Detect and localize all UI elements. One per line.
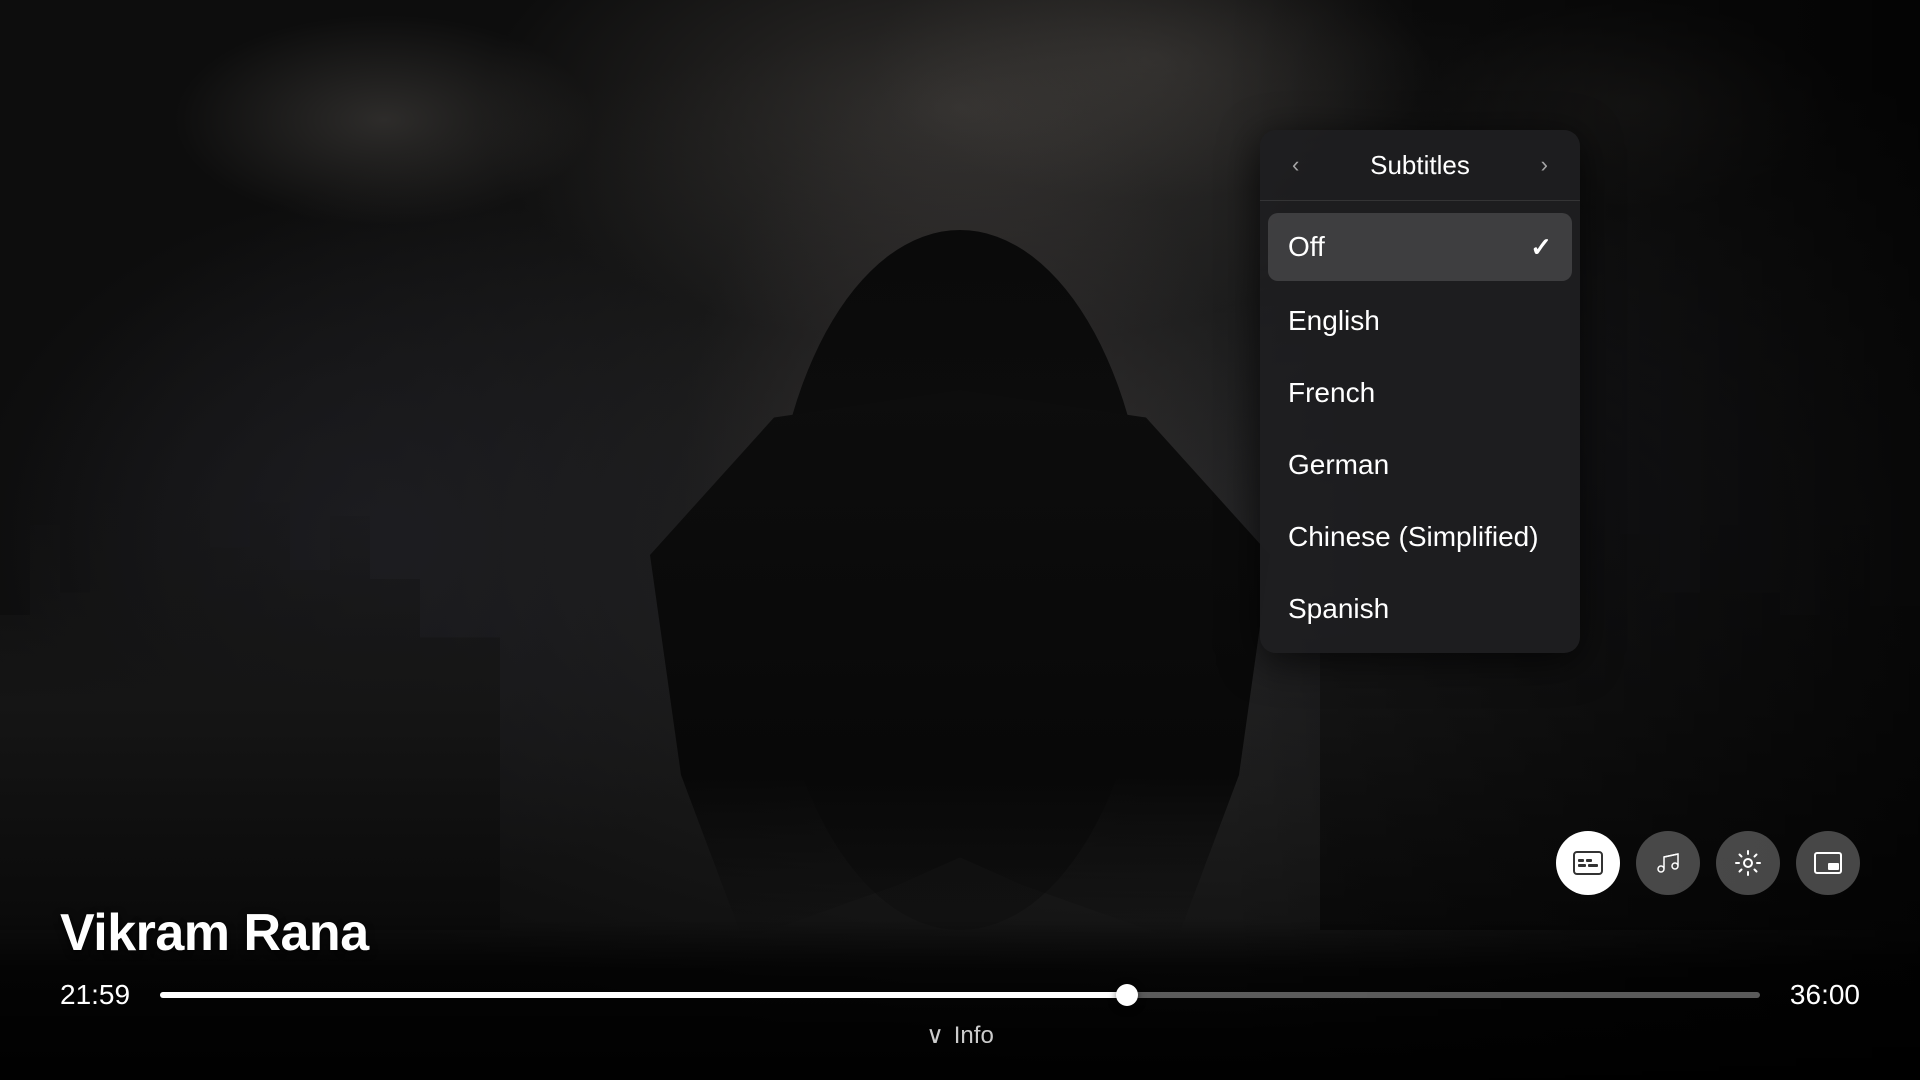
progress-thumb [1116,984,1138,1006]
pip-icon [1814,852,1842,874]
current-time: 21:59 [60,979,140,1011]
subtitle-option-spanish[interactable]: Spanish [1260,573,1580,645]
subtitle-option-chinese-simplified-label: Chinese (Simplified) [1288,521,1539,553]
control-buttons-row [60,831,1860,895]
info-chevron: ∨ [926,1021,944,1050]
info-bar[interactable]: ∨ Info [60,1021,1860,1060]
subtitle-option-off[interactable]: Off ✓ [1268,213,1572,281]
progress-fill [160,992,1128,998]
gear-icon [1734,849,1762,877]
movie-title: Vikram Rana [60,904,369,962]
subtitle-option-german-label: German [1288,449,1389,481]
info-label: Info [954,1022,994,1050]
subtitle-option-french[interactable]: French [1260,357,1580,429]
menu-prev-button[interactable]: ‹ [1284,148,1307,182]
settings-button[interactable] [1716,831,1780,895]
subtitles-menu: ‹ Subtitles › Off ✓ English French Germa… [1260,130,1580,653]
subtitle-option-english[interactable]: English [1260,285,1580,357]
subtitle-option-spanish-label: Spanish [1288,593,1389,625]
subtitle-options-list: Off ✓ English French German Chinese (Sim… [1260,201,1580,653]
total-time: 36:00 [1780,979,1860,1011]
menu-header: ‹ Subtitles › [1260,130,1580,201]
subtitle-option-chinese-simplified[interactable]: Chinese (Simplified) [1260,501,1580,573]
menu-title: Subtitles [1307,150,1532,181]
subtitle-option-german[interactable]: German [1260,429,1580,501]
progress-bar[interactable] [160,992,1760,998]
menu-next-button[interactable]: › [1533,148,1556,182]
progress-row: 21:59 36:00 [60,979,1860,1011]
player-controls-bar: Vikram Rana 21:59 36:00 ∨ Info [0,920,1920,1080]
subtitle-option-french-label: French [1288,377,1375,409]
subtitle-option-english-label: English [1288,305,1380,337]
audio-button[interactable] [1636,831,1700,895]
subtitle-option-off-label: Off [1288,231,1325,263]
checkmark-off: ✓ [1530,232,1552,263]
pip-button[interactable] [1796,831,1860,895]
cc-icon [1573,851,1603,875]
subtitles-button[interactable] [1556,831,1620,895]
music-icon [1654,849,1682,877]
